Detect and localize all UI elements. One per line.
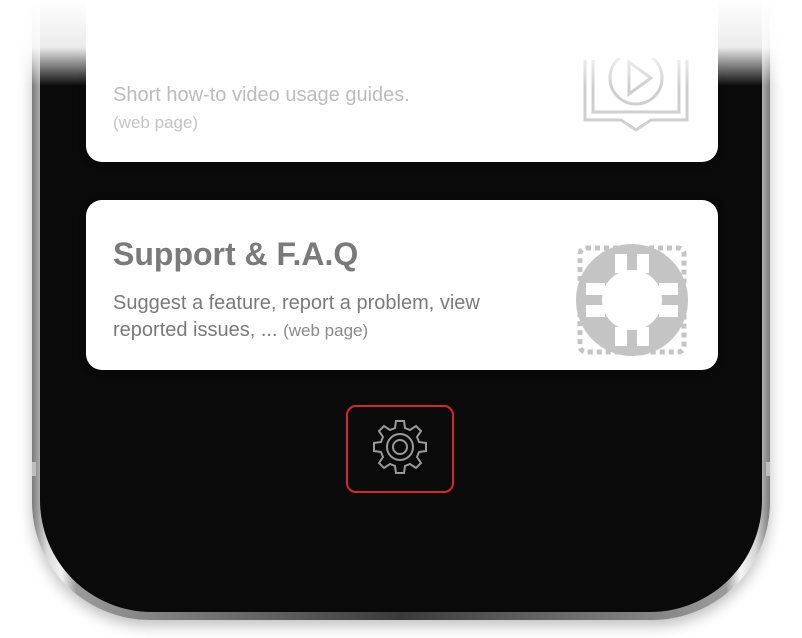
support-faq-description: Suggest a feature, report a problem, vie… (113, 290, 553, 344)
home-indicator[interactable] (286, 557, 518, 565)
video-guides-web-page-note: (web page) (113, 113, 199, 132)
video-guide-icon (581, 50, 691, 138)
lifebuoy-icon (576, 244, 688, 356)
support-faq-card[interactable]: Support & F.A.Q Suggest a feature, repor… (86, 200, 718, 370)
side-button-left (32, 462, 36, 476)
support-faq-title: Support & F.A.Q (113, 236, 359, 272)
support-faq-web-page-note: (web page) (283, 321, 369, 340)
settings-button[interactable] (346, 405, 454, 493)
video-guides-description-text: Short how-to video usage guides. (113, 84, 410, 106)
video-guides-card[interactable]: Short how-to video usage guides. (web pag… (86, 0, 718, 162)
gear-icon (370, 417, 430, 482)
device-viewport: Short how-to video usage guides. (web pag… (0, 0, 802, 638)
side-button-right (766, 462, 770, 476)
video-guides-description: Short how-to video usage guides. (web pag… (113, 82, 553, 136)
